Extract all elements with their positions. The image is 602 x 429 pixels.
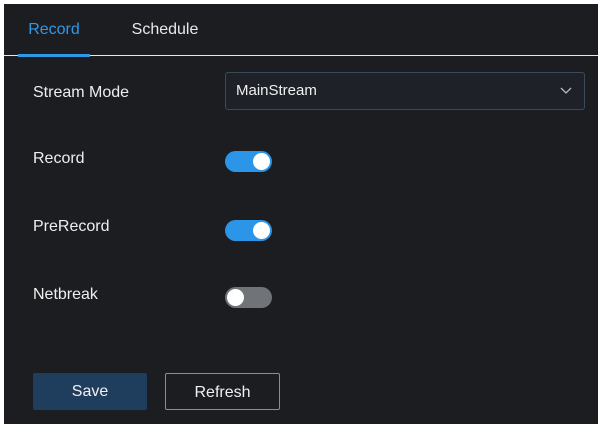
tab-schedule[interactable]: Schedule bbox=[122, 4, 208, 56]
tab-record[interactable]: Record bbox=[18, 4, 90, 57]
stream-mode-value: MainStream bbox=[236, 82, 317, 99]
toggle-knob bbox=[227, 289, 244, 306]
stream-mode-select[interactable]: MainStream bbox=[225, 72, 585, 110]
netbreak-toggle[interactable] bbox=[225, 287, 272, 308]
refresh-button[interactable]: Refresh bbox=[165, 373, 280, 410]
prerecord-toggle[interactable] bbox=[225, 220, 272, 241]
netbreak-label: Netbreak bbox=[33, 286, 98, 303]
prerecord-label: PreRecord bbox=[33, 218, 110, 235]
toggle-knob bbox=[253, 153, 270, 170]
toggle-knob bbox=[253, 222, 270, 239]
stream-mode-label: Stream Mode bbox=[33, 84, 130, 101]
tab-bar: Record Schedule bbox=[4, 4, 598, 57]
settings-panel: Record Schedule Stream Mode MainStream R… bbox=[4, 4, 598, 424]
record-toggle[interactable] bbox=[225, 151, 272, 172]
chevron-down-icon bbox=[560, 87, 572, 94]
record-label: Record bbox=[33, 150, 85, 167]
save-button[interactable]: Save bbox=[33, 373, 147, 410]
